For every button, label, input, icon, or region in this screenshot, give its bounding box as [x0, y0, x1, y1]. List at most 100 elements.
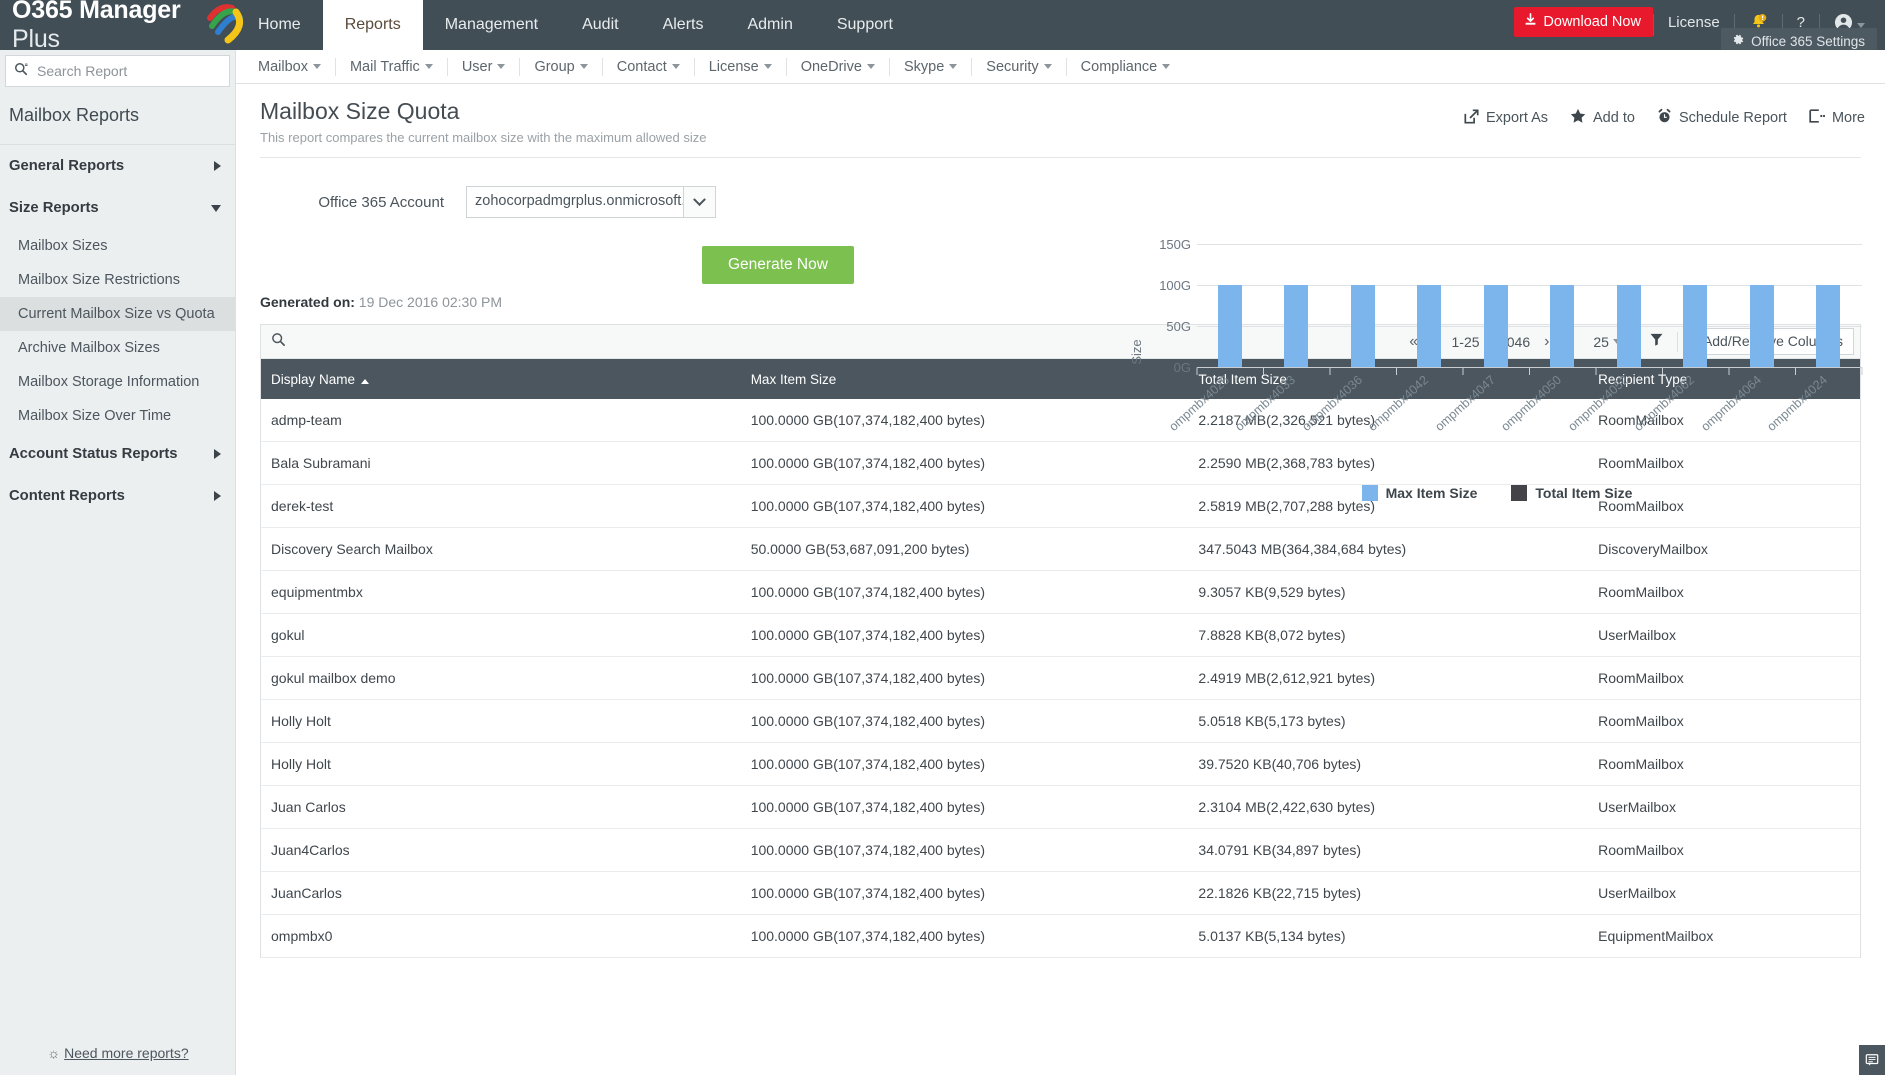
office365-account-label: Office 365 Account: [236, 194, 466, 211]
svg-text:ompmbx4050: ompmbx4050: [1498, 373, 1564, 434]
more-button[interactable]: More: [1809, 109, 1865, 127]
cell-recipient-type: EquipmentMailbox: [1588, 915, 1860, 958]
cell-recipient-type: RoomMailbox: [1588, 657, 1860, 700]
office365-account-select[interactable]: zohocorpadmgrplus.onmicrosoft.com: [466, 186, 716, 218]
chevron-down-icon: [211, 205, 221, 212]
cell-display-name: JuanCarlos: [261, 872, 741, 915]
cell-total-item-size: 39.7520 KB(40,706 bytes): [1188, 743, 1588, 786]
cell-total-item-size: 2.3104 MB(2,422,630 bytes): [1188, 786, 1588, 829]
report-category-navigation: Mailbox Mail Traffic User Group Contact …: [236, 50, 1885, 84]
cell-display-name: gokul: [261, 614, 741, 657]
sidebar-group-size-reports[interactable]: Size Reports: [0, 187, 235, 229]
cell-max-item-size: 100.0000 GB(107,374,182,400 bytes): [741, 571, 1189, 614]
cell-max-item-size: 100.0000 GB(107,374,182,400 bytes): [741, 657, 1189, 700]
more-label: More: [1832, 110, 1865, 126]
nav-item-audit[interactable]: Audit: [560, 0, 640, 50]
table-row[interactable]: Juan4Carlos100.0000 GB(107,374,182,400 b…: [261, 829, 1860, 872]
chart-legend: Max Item Size Total Item Size: [1127, 485, 1867, 501]
subnav-item-contact[interactable]: Contact: [603, 50, 694, 84]
report-header: Mailbox Size Quota This report compares …: [236, 84, 1885, 145]
subnav-item-onedrive[interactable]: OneDrive: [787, 50, 889, 84]
cell-max-item-size: 100.0000 GB(107,374,182,400 bytes): [741, 442, 1189, 485]
subnav-item-skype[interactable]: Skype: [890, 50, 971, 84]
sidebar-item-mailbox-storage-information[interactable]: Mailbox Storage Information: [0, 365, 235, 399]
sidebar-group-account-status-reports[interactable]: Account Status Reports: [0, 433, 235, 475]
sidebar-item-mailbox-size-restrictions[interactable]: Mailbox Size Restrictions: [0, 263, 235, 297]
nav-item-management[interactable]: Management: [423, 0, 560, 50]
schedule-report-label: Schedule Report: [1679, 110, 1787, 126]
subnav-item-security[interactable]: Security: [972, 50, 1065, 84]
feedback-button[interactable]: [1859, 1045, 1885, 1075]
nav-item-home[interactable]: Home: [236, 0, 323, 50]
add-to-button[interactable]: Add to: [1570, 108, 1635, 128]
cell-max-item-size: 100.0000 GB(107,374,182,400 bytes): [741, 485, 1189, 528]
lightbulb-icon: ☼: [47, 1045, 60, 1061]
nav-item-admin[interactable]: Admin: [725, 0, 814, 50]
table-row[interactable]: Juan Carlos100.0000 GB(107,374,182,400 b…: [261, 786, 1860, 829]
svg-text:ompmbx4024: ompmbx4024: [1764, 373, 1830, 434]
office365-account-value: zohocorpadmgrplus.onmicrosoft.com: [467, 187, 683, 217]
main-navigation: Home Reports Management Audit Alerts Adm…: [236, 0, 915, 50]
table-search-icon[interactable]: [271, 332, 286, 351]
sidebar-item-archive-mailbox-sizes[interactable]: Archive Mailbox Sizes: [0, 331, 235, 365]
chevron-down-icon: [580, 64, 588, 69]
search-input[interactable]: [35, 62, 221, 80]
column-header-max-item-size[interactable]: Max Item Size: [741, 359, 1189, 399]
subnav-item-user[interactable]: User: [448, 50, 520, 84]
table-row[interactable]: equipmentmbx100.0000 GB(107,374,182,400 …: [261, 571, 1860, 614]
app-logo[interactable]: O365 Manager Plus: [0, 0, 236, 50]
export-icon: [1464, 109, 1479, 128]
chevron-down-icon: [1162, 64, 1170, 69]
cell-recipient-type: UserMailbox: [1588, 786, 1860, 829]
chevron-down-icon: [497, 64, 505, 69]
svg-text:ompmbx4033: ompmbx4033: [1232, 373, 1298, 434]
table-row[interactable]: JuanCarlos100.0000 GB(107,374,182,400 by…: [261, 872, 1860, 915]
table-row[interactable]: Holly Holt100.0000 GB(107,374,182,400 by…: [261, 743, 1860, 786]
download-now-button[interactable]: Download Now: [1514, 7, 1653, 37]
subnav-item-compliance[interactable]: Compliance: [1067, 50, 1185, 84]
sidebar: Mailbox Reports General Reports Size Rep…: [0, 50, 236, 1075]
generated-on-value: 19 Dec 2016 02:30 PM: [359, 294, 502, 310]
cell-total-item-size: 2.4919 MB(2,612,921 bytes): [1188, 657, 1588, 700]
svg-text:Size: Size: [1129, 339, 1144, 364]
sidebar-item-mailbox-sizes[interactable]: Mailbox Sizes: [0, 229, 235, 263]
need-more-reports-link[interactable]: Need more reports?: [64, 1045, 189, 1061]
nav-item-reports[interactable]: Reports: [323, 0, 423, 50]
legend-label: Max Item Size: [1386, 485, 1478, 501]
download-icon: [1524, 13, 1537, 30]
generate-now-button[interactable]: Generate Now: [702, 246, 854, 284]
report-actions: Export As Add to Schedule Report More: [1464, 108, 1865, 128]
table-row[interactable]: gokul mailbox demo100.0000 GB(107,374,18…: [261, 657, 1860, 700]
table-row[interactable]: Holly Holt100.0000 GB(107,374,182,400 by…: [261, 700, 1860, 743]
legend-item-total-item-size[interactable]: Total Item Size: [1511, 485, 1632, 501]
cell-total-item-size: 34.0791 KB(34,897 bytes): [1188, 829, 1588, 872]
search-report-box[interactable]: [5, 55, 230, 87]
more-options-icon: [1809, 109, 1825, 127]
sidebar-item-mailbox-size-over-time[interactable]: Mailbox Size Over Time: [0, 399, 235, 433]
subnav-item-group[interactable]: Group: [520, 50, 601, 84]
schedule-report-button[interactable]: Schedule Report: [1657, 108, 1787, 128]
svg-text:0G: 0G: [1174, 360, 1191, 375]
subnav-item-mail-traffic[interactable]: Mail Traffic: [336, 50, 447, 84]
sidebar-group-label: Size Reports: [9, 200, 99, 216]
sidebar-group-content-reports[interactable]: Content Reports: [0, 475, 235, 517]
sidebar-item-current-mailbox-size-vs-quota[interactable]: Current Mailbox Size vs Quota: [0, 297, 235, 331]
table-row[interactable]: ompmbx0100.0000 GB(107,374,182,400 bytes…: [261, 915, 1860, 958]
chevron-down-icon[interactable]: [683, 187, 715, 217]
legend-item-max-item-size[interactable]: Max Item Size: [1362, 485, 1478, 501]
svg-text:150G: 150G: [1159, 237, 1191, 252]
subnav-item-license[interactable]: License: [695, 50, 786, 84]
table-row[interactable]: Discovery Search Mailbox50.0000 GB(53,68…: [261, 528, 1860, 571]
legend-swatch: [1362, 485, 1378, 501]
brand-title: O365 Manager Plus: [12, 0, 210, 54]
nav-item-support[interactable]: Support: [815, 0, 915, 50]
export-as-button[interactable]: Export As: [1464, 109, 1548, 128]
table-row[interactable]: gokul100.0000 GB(107,374,182,400 bytes)7…: [261, 614, 1860, 657]
sidebar-group-general-reports[interactable]: General Reports: [0, 145, 235, 187]
column-header-display-name[interactable]: Display Name: [261, 359, 741, 399]
nav-item-alerts[interactable]: Alerts: [641, 0, 726, 50]
cell-max-item-size: 100.0000 GB(107,374,182,400 bytes): [741, 399, 1189, 442]
subnav-item-mailbox[interactable]: Mailbox: [244, 50, 335, 84]
cell-total-item-size: 22.1826 KB(22,715 bytes): [1188, 872, 1588, 915]
svg-text:ompmbx4042: ompmbx4042: [1365, 373, 1431, 434]
